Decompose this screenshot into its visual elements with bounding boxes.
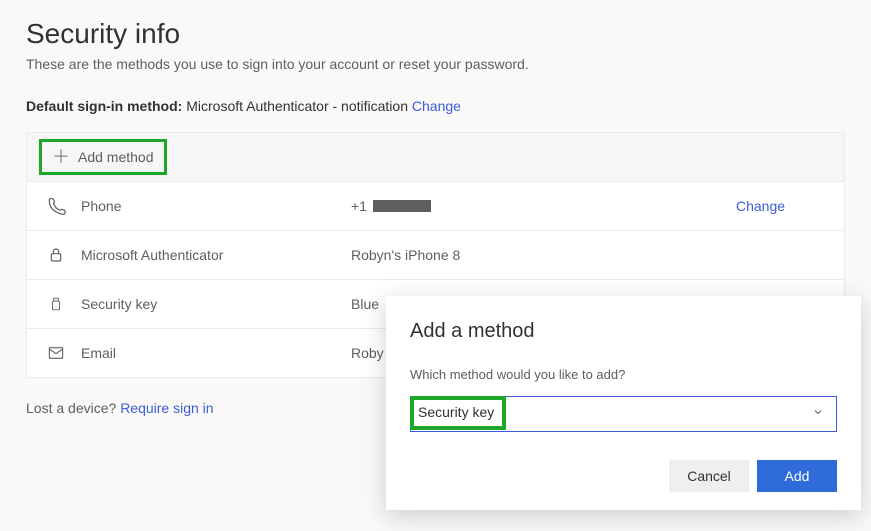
method-row-authenticator: Microsoft Authenticator Robyn's iPhone 8: [27, 231, 844, 280]
method-row-phone: Phone +1 Change: [27, 182, 844, 231]
add-method-label: Add method: [78, 149, 154, 165]
method-name: Security key: [81, 296, 351, 312]
require-signin-link[interactable]: Require sign in: [120, 400, 213, 416]
method-name: Phone: [81, 198, 351, 214]
change-default-method-link[interactable]: Change: [412, 98, 461, 114]
method-name: Email: [81, 345, 351, 361]
phone-prefix: +1: [351, 198, 367, 214]
default-method-label: Default sign-in method:: [26, 98, 182, 114]
default-signin-method: Default sign-in method: Microsoft Authen…: [26, 98, 845, 114]
page-title: Security info: [26, 18, 845, 50]
phone-icon: [45, 195, 67, 217]
method-select-value: Security key: [418, 404, 494, 420]
lost-device-text: Lost a device?: [26, 400, 116, 416]
default-method-value: Microsoft Authenticator - notification: [186, 98, 408, 114]
dialog-title: Add a method: [410, 320, 837, 343]
add-button[interactable]: Add: [757, 460, 837, 492]
method-select[interactable]: Security key: [410, 396, 837, 432]
mail-icon: [45, 342, 67, 364]
method-name: Microsoft Authenticator: [81, 247, 351, 263]
dialog-actions: Cancel Add: [410, 460, 837, 492]
select-highlight: Security key: [410, 396, 506, 430]
lock-icon: [45, 244, 67, 266]
redacted-phone: [373, 200, 431, 212]
page-subtitle: These are the methods you use to sign in…: [26, 56, 845, 72]
usb-icon: [45, 293, 67, 315]
add-method-button[interactable]: ＋ Add method: [39, 139, 167, 175]
method-detail: Robyn's iPhone 8: [351, 247, 736, 263]
dialog-prompt: Which method would you like to add?: [410, 367, 837, 382]
change-phone-link[interactable]: Change: [736, 198, 826, 214]
add-method-dialog: Add a method Which method would you like…: [386, 296, 861, 510]
plus-icon: ＋: [52, 148, 70, 166]
method-detail: +1: [351, 198, 736, 214]
add-method-row: ＋ Add method: [27, 133, 844, 182]
chevron-down-icon: [812, 405, 824, 423]
cancel-button[interactable]: Cancel: [669, 460, 749, 492]
